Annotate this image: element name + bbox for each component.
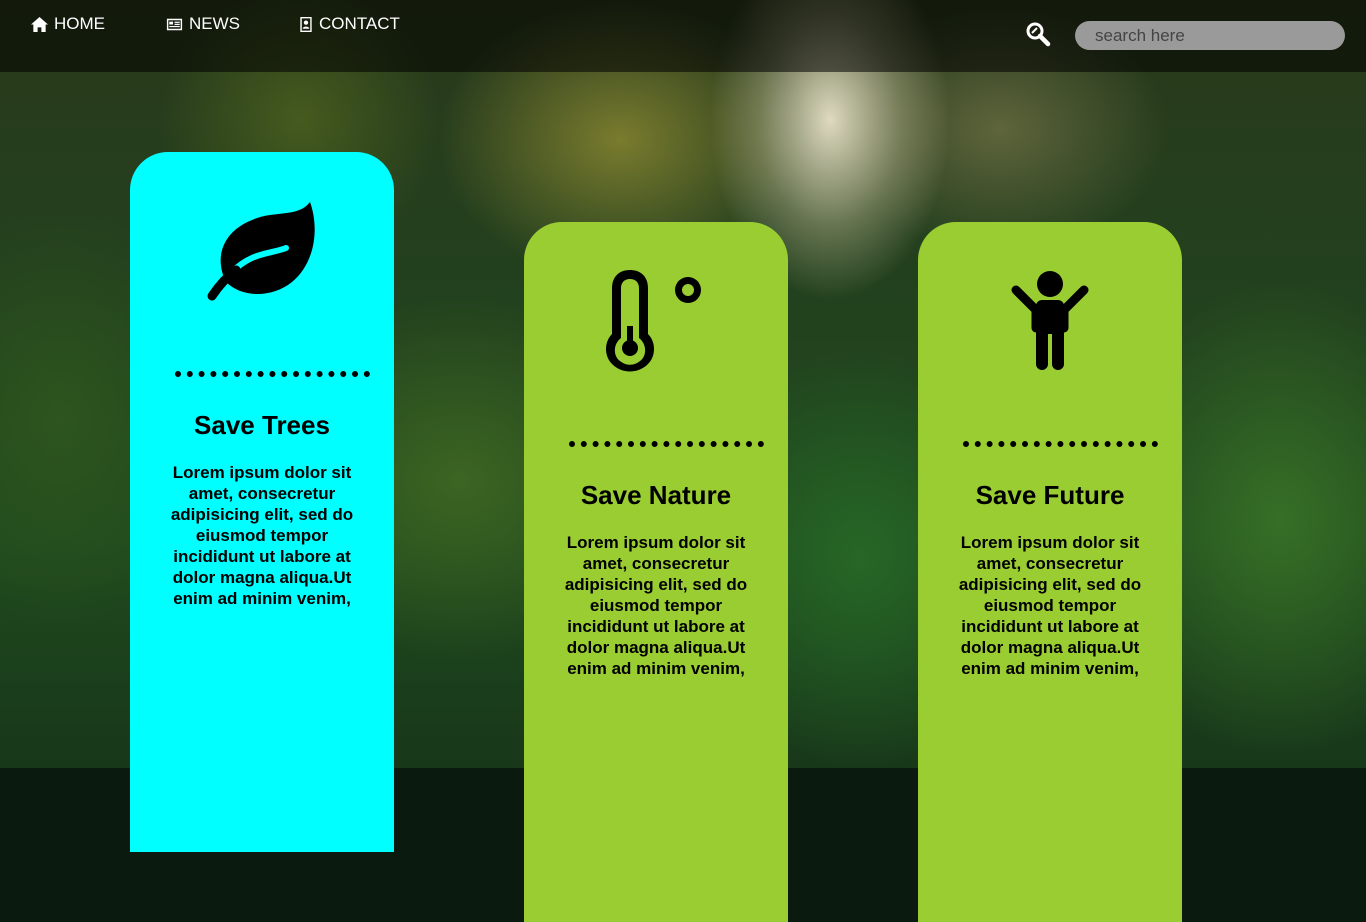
dotted-divider	[175, 371, 370, 377]
card-text: Lorem ipsum dolor sit amet, consecretur …	[958, 533, 1142, 678]
top-navbar: HOME NEWS CONTACT	[0, 0, 1366, 72]
leaf-icon	[130, 200, 394, 304]
card-text: Lorem ipsum dolor sit amet, consecretur …	[170, 463, 354, 608]
nav-news-label: NEWS	[189, 14, 240, 33]
search-button[interactable]	[1024, 20, 1052, 48]
nav-news-link[interactable]: NEWS	[165, 14, 240, 34]
home-icon	[31, 16, 48, 32]
contact-card-icon	[300, 16, 312, 32]
search-input[interactable]	[1075, 21, 1345, 50]
newspaper-icon	[166, 18, 183, 30]
thermometer-icon	[524, 270, 788, 374]
card-save-nature: Save Nature Lorem ipsum dolor sit amet, …	[524, 222, 788, 922]
card-save-trees: Save Trees Lorem ipsum dolor sit amet, c…	[130, 152, 394, 852]
child-icon	[918, 270, 1182, 374]
dotted-divider	[569, 441, 764, 447]
card-title: Save Trees	[194, 410, 330, 440]
nav-contact-label: CONTACT	[319, 14, 400, 33]
search-icon	[1026, 22, 1051, 47]
nav-home-link[interactable]: HOME	[30, 14, 105, 34]
card-text: Lorem ipsum dolor sit amet, consecretur …	[564, 533, 748, 678]
card-save-future: Save Future Lorem ipsum dolor sit amet, …	[918, 222, 1182, 922]
dotted-divider	[963, 441, 1158, 447]
card-title: Save Nature	[580, 480, 732, 510]
card-title: Save Future	[975, 480, 1125, 510]
nav-home-label: HOME	[54, 14, 105, 33]
nav-contact-link[interactable]: CONTACT	[298, 14, 400, 34]
